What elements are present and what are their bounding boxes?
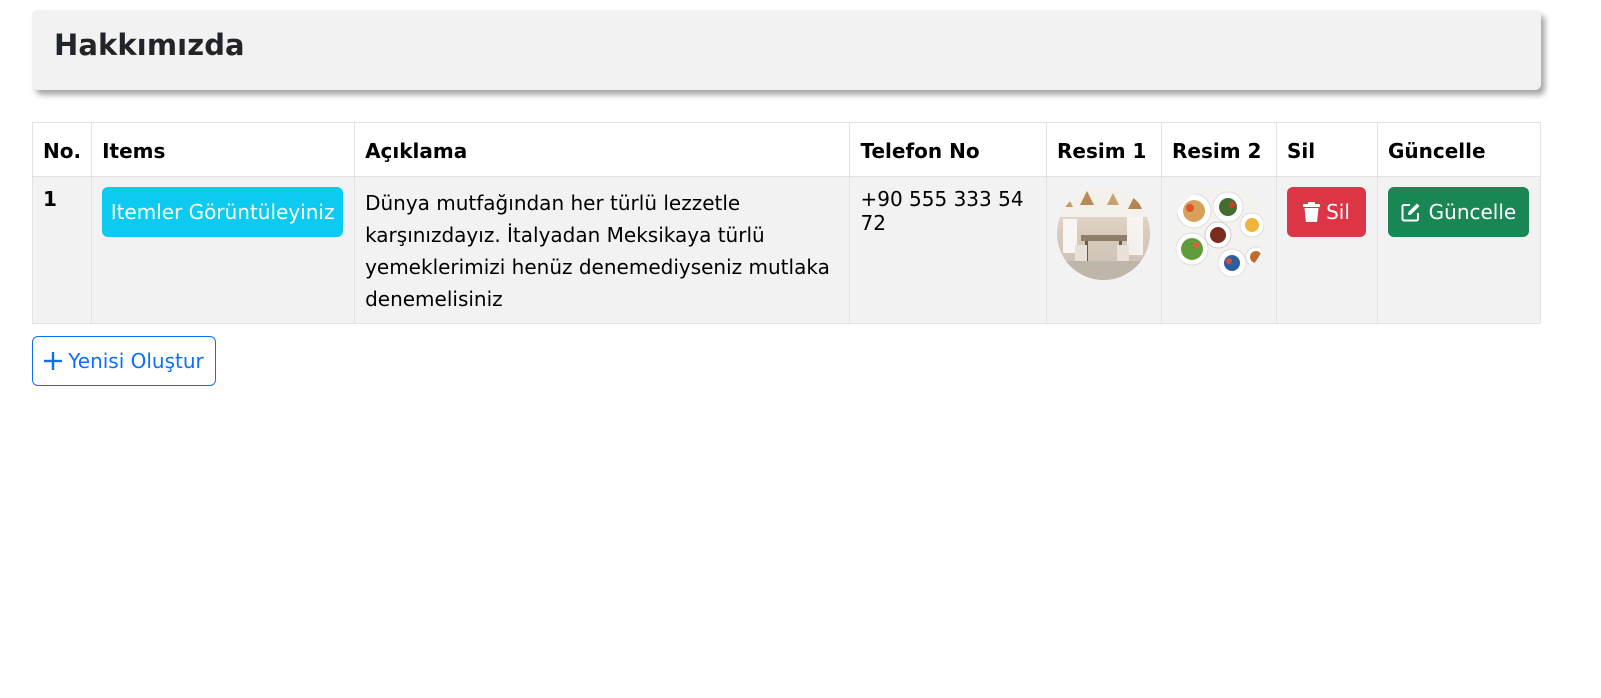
table-header-row: No. Items Açıklama Telefon No Resim 1 Re…	[31, 122, 1542, 177]
column-header-update: Güncelle	[1376, 122, 1542, 177]
restaurant-interior-image	[1057, 187, 1150, 280]
description-cell: Dünya mutfağından her türlü lezzetle kar…	[354, 176, 851, 324]
table-row: 1 Itemler Görüntüleyiniz Dünya mutfağınd…	[31, 176, 1542, 324]
create-new-button[interactable]: Yenisi Oluştur	[32, 336, 216, 386]
column-header-phone: Telefon No	[849, 122, 1047, 177]
column-header-delete: Sil	[1275, 122, 1378, 177]
edit-icon	[1401, 202, 1421, 222]
column-header-items: Items	[91, 122, 356, 177]
update-button[interactable]: Güncelle	[1387, 187, 1529, 237]
delete-button[interactable]: Sil	[1286, 187, 1366, 237]
phone-cell: +90 555 333 54 72	[849, 176, 1047, 324]
create-new-button-label: Yenisi Oluştur	[68, 349, 204, 373]
page-header-card: Hakkımızda	[32, 10, 1541, 90]
trash-icon	[1303, 202, 1321, 222]
image1-cell	[1046, 176, 1162, 324]
delete-cell: Sil	[1275, 176, 1378, 324]
items-cell: Itemler Görüntüleyiniz	[91, 176, 356, 324]
column-header-description: Açıklama	[354, 122, 851, 177]
row-number: 1	[31, 176, 93, 324]
column-header-image2: Resim 2	[1160, 122, 1277, 177]
column-header-no: No.	[31, 122, 93, 177]
view-items-button[interactable]: Itemler Görüntüleyiniz	[102, 187, 344, 237]
plus-icon	[44, 352, 63, 370]
page-title: Hakkımızda	[54, 28, 245, 62]
about-table: No. Items Açıklama Telefon No Resim 1 Re…	[31, 122, 1542, 324]
update-cell: Güncelle	[1376, 176, 1542, 324]
food-plates-image	[1171, 187, 1265, 280]
delete-button-label: Sil	[1326, 200, 1350, 224]
column-header-image1: Resim 1	[1046, 122, 1162, 177]
image2-cell	[1160, 176, 1277, 324]
update-button-label: Güncelle	[1428, 200, 1517, 224]
